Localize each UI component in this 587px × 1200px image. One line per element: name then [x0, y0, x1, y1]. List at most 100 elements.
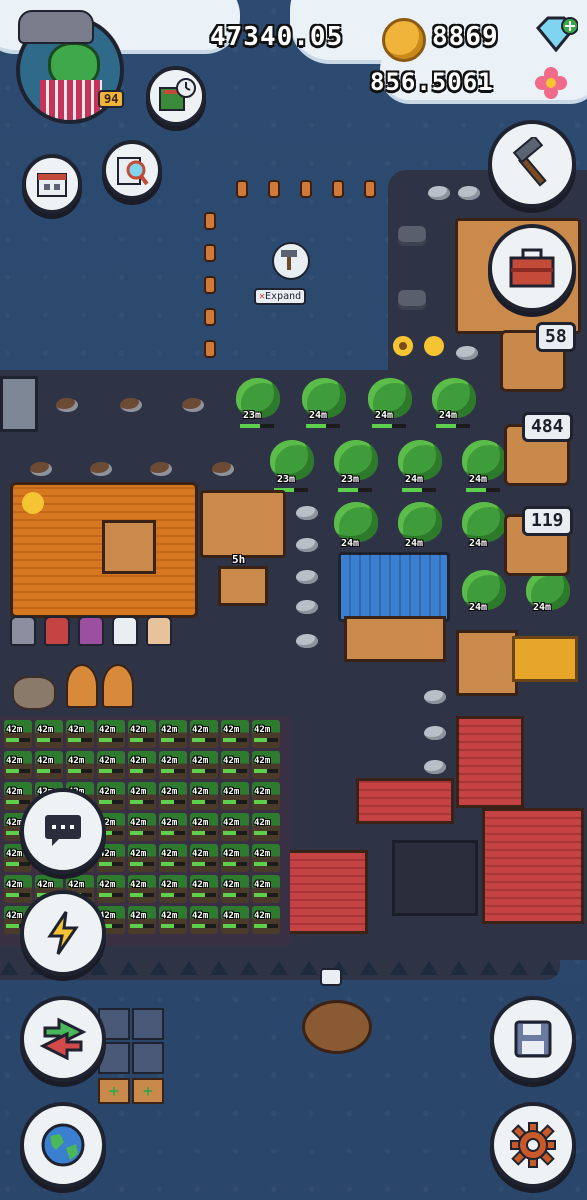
- fence-post: [366, 182, 374, 196]
- item-tray[interactable]: + +: [98, 1008, 164, 1104]
- kitchen-building[interactable]: [278, 850, 368, 934]
- crop-plot[interactable]: 42m: [190, 906, 218, 934]
- crop-plot[interactable]: 42m: [252, 751, 280, 779]
- crop-plot[interactable]: 42m: [35, 720, 63, 748]
- crop-plot[interactable]: 42m: [97, 720, 125, 748]
- fence-post: [206, 310, 214, 324]
- crop-plot[interactable]: 42m: [66, 720, 94, 748]
- villager[interactable]: [10, 616, 36, 646]
- anvil-workstation[interactable]: [392, 840, 478, 916]
- crop-plot[interactable]: 42m: [128, 782, 156, 810]
- crop-timer: 42m: [223, 849, 240, 859]
- search-book-button[interactable]: [102, 140, 162, 200]
- crop-plot[interactable]: 42m: [190, 813, 218, 841]
- save-button[interactable]: [490, 996, 576, 1082]
- gem-icon[interactable]: [534, 16, 578, 52]
- barn-building[interactable]: [456, 630, 518, 696]
- add-slot-button[interactable]: +: [132, 1078, 164, 1104]
- crop-plot[interactable]: 42m: [252, 875, 280, 903]
- crop-plot[interactable]: 42m: [190, 844, 218, 872]
- crop-plot[interactable]: 42m: [128, 813, 156, 841]
- crop-plot[interactable]: 42m: [221, 844, 249, 872]
- chest-slot[interactable]: [132, 1008, 164, 1040]
- crop-plot[interactable]: 42m: [159, 782, 187, 810]
- crop-plot[interactable]: 42m: [159, 813, 187, 841]
- coin-amount: 47340.05: [210, 22, 344, 52]
- crop-plot[interactable]: 42m: [128, 906, 156, 934]
- crop-plot[interactable]: 42m: [221, 813, 249, 841]
- chat-button[interactable]: [20, 788, 106, 874]
- villager[interactable]: [44, 616, 70, 646]
- crop-plot[interactable]: 42m: [252, 813, 280, 841]
- crop-plot[interactable]: 42m: [252, 906, 280, 934]
- crop-plot[interactable]: 42m: [221, 875, 249, 903]
- crop-plot[interactable]: 42m: [4, 751, 32, 779]
- villager[interactable]: [78, 616, 104, 646]
- crop-timer: 42m: [254, 725, 271, 735]
- crop-plot[interactable]: 42m: [4, 720, 32, 748]
- crop-plot[interactable]: 42m: [128, 844, 156, 872]
- expand-button[interactable]: ✕Expand: [254, 288, 307, 305]
- tree-progress: [402, 488, 436, 492]
- crop-plot[interactable]: 42m: [97, 782, 125, 810]
- boost-button[interactable]: [20, 890, 106, 976]
- scarecrow[interactable]: [66, 664, 98, 708]
- tree[interactable]: [398, 502, 442, 542]
- trade-button[interactable]: [20, 996, 106, 1082]
- fountain-hall-building[interactable]: [338, 552, 450, 622]
- crop-plot[interactable]: 42m: [35, 751, 63, 779]
- crop-plot[interactable]: 42m: [221, 751, 249, 779]
- market-stall[interactable]: [218, 566, 268, 606]
- add-slot-button[interactable]: +: [98, 1078, 130, 1104]
- crop-plot[interactable]: 42m: [252, 844, 280, 872]
- crop-plot[interactable]: 42m: [159, 720, 187, 748]
- crop-plot[interactable]: 42m: [159, 906, 187, 934]
- red-market-building[interactable]: [356, 778, 454, 824]
- shop-building[interactable]: [200, 490, 286, 558]
- chest-slot[interactable]: [132, 1042, 164, 1074]
- avatar-cat: [18, 10, 94, 44]
- crop-progress: [192, 769, 216, 773]
- crop-plot[interactable]: 42m: [159, 844, 187, 872]
- crop-plot[interactable]: 42m: [66, 751, 94, 779]
- book-timer-button[interactable]: [146, 66, 206, 126]
- small-hut[interactable]: [0, 376, 38, 432]
- crop-plot[interactable]: 42m: [97, 875, 125, 903]
- crop-plot[interactable]: 42m: [159, 751, 187, 779]
- tree[interactable]: [462, 502, 506, 542]
- crop-timer: 42m: [130, 849, 147, 859]
- stump: [90, 462, 112, 476]
- tree[interactable]: [334, 502, 378, 542]
- crop-plot[interactable]: 42m: [221, 720, 249, 748]
- crop-plot[interactable]: 42m: [190, 782, 218, 810]
- shop-button[interactable]: [488, 224, 576, 312]
- crop-plot[interactable]: 42m: [128, 875, 156, 903]
- expand-hammer-marker[interactable]: [272, 242, 310, 280]
- crop-plot[interactable]: 42m: [221, 782, 249, 810]
- crop-plot[interactable]: 42m: [128, 751, 156, 779]
- settings-button[interactable]: [490, 1102, 576, 1188]
- villager[interactable]: [112, 616, 138, 646]
- boulder[interactable]: [12, 676, 56, 710]
- forge-building[interactable]: [482, 808, 584, 924]
- crop-plot[interactable]: 42m: [252, 782, 280, 810]
- crop-plot[interactable]: 42m: [190, 751, 218, 779]
- red-stall-building[interactable]: [456, 716, 524, 808]
- crop-plot[interactable]: 42m: [159, 875, 187, 903]
- world-button[interactable]: [20, 1102, 106, 1188]
- scarecrow[interactable]: [102, 664, 134, 708]
- build-button[interactable]: [488, 120, 576, 208]
- crop-plot[interactable]: 42m: [252, 720, 280, 748]
- crop-plot[interactable]: 42m: [128, 720, 156, 748]
- crop-plot[interactable]: 42m: [190, 875, 218, 903]
- boat-chat-bubble[interactable]: [320, 968, 342, 986]
- crop-plot[interactable]: 42m: [97, 751, 125, 779]
- crop-plot[interactable]: 42m: [221, 906, 249, 934]
- crop-progress: [130, 924, 154, 928]
- villager[interactable]: [146, 616, 172, 646]
- crop-plot[interactable]: 42m: [190, 720, 218, 748]
- rowboat[interactable]: [302, 1000, 372, 1054]
- crop-plot[interactable]: 42m: [4, 875, 32, 903]
- crop-timer: 42m: [130, 756, 147, 766]
- calendar-button[interactable]: [22, 154, 82, 214]
